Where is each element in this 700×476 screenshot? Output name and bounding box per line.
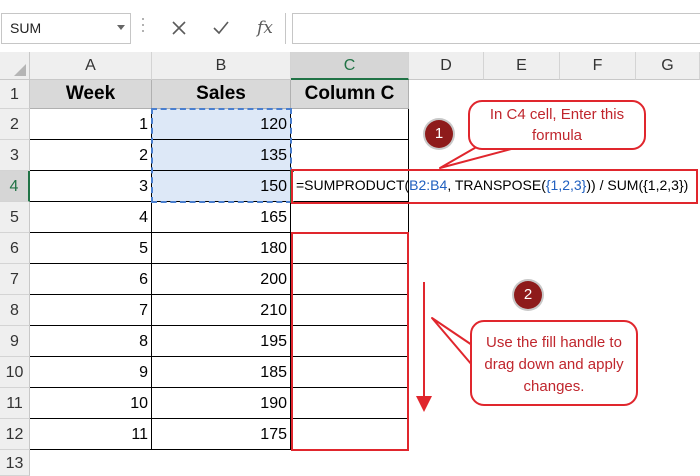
cell-b4[interactable]: 150 [152, 171, 291, 202]
cell-b6[interactable]: 180 [152, 233, 291, 264]
cell-b10[interactable]: 185 [152, 357, 291, 388]
formula-input[interactable] [292, 13, 700, 44]
row-header-10[interactable]: 10 [0, 357, 30, 388]
row-header-9[interactable]: 9 [0, 326, 30, 357]
row-header-12[interactable]: 12 [0, 419, 30, 450]
formula-bar: SUM fx [0, 0, 700, 52]
cell-a7[interactable]: 6 [30, 264, 152, 295]
select-all-corner[interactable] [0, 52, 30, 80]
header-sales[interactable]: Sales [152, 80, 291, 109]
column-header-b[interactable]: B [152, 52, 291, 80]
row-header-7[interactable]: 7 [0, 264, 30, 295]
formula-buttons: fx [158, 13, 286, 44]
row-header-1[interactable]: 1 [0, 80, 30, 109]
cancel-x-icon[interactable] [164, 15, 194, 41]
cell-a2[interactable]: 1 [30, 109, 152, 140]
cell-b12[interactable]: 175 [152, 419, 291, 450]
cell-c2[interactable] [291, 109, 409, 140]
chevron-down-icon[interactable] [117, 25, 125, 30]
cell-b3[interactable]: 135 [152, 140, 291, 171]
name-box-value: SUM [10, 20, 42, 36]
row-header-6[interactable]: 6 [0, 233, 30, 264]
column-header-g[interactable]: G [636, 52, 700, 80]
cell-b2[interactable]: 120 [152, 109, 291, 140]
row-header-8[interactable]: 8 [0, 295, 30, 326]
step-1-badge: 1 [425, 120, 453, 148]
column-header-f[interactable]: F [560, 52, 636, 80]
callout-step-1: In C4 cell, Enter this formula [468, 100, 646, 150]
checkmark-icon[interactable] [206, 15, 236, 41]
callout-step-2: Use the fill handle to drag down and app… [470, 320, 638, 406]
column-header-d[interactable]: D [409, 52, 484, 80]
cell-a6[interactable]: 5 [30, 233, 152, 264]
row-header-11[interactable]: 11 [0, 388, 30, 419]
fill-range-highlight-box [291, 232, 409, 451]
cell-b9[interactable]: 195 [152, 326, 291, 357]
cell-a4[interactable]: 3 [30, 171, 152, 202]
column-header-a[interactable]: A [30, 52, 152, 80]
name-box[interactable]: SUM [1, 13, 131, 44]
row-header-13[interactable]: 13 [0, 450, 30, 476]
cell-a5[interactable]: 4 [30, 202, 152, 233]
formula-highlight-box [291, 169, 698, 204]
cell-a11[interactable]: 10 [30, 388, 152, 419]
row-header-3[interactable]: 3 [0, 140, 30, 171]
row-header-2[interactable]: 2 [0, 109, 30, 140]
column-header-c[interactable]: C [291, 52, 409, 80]
cell-b7[interactable]: 200 [152, 264, 291, 295]
step-2-badge: 2 [514, 281, 542, 309]
cell-c3[interactable] [291, 140, 409, 171]
cell-a12[interactable]: 11 [30, 419, 152, 450]
insert-function-icon[interactable]: fx [250, 15, 280, 41]
drag-dots-icon [142, 18, 145, 40]
cell-b5[interactable]: 165 [152, 202, 291, 233]
cell-c5[interactable] [291, 202, 409, 233]
cell-b11[interactable]: 190 [152, 388, 291, 419]
header-column-c[interactable]: Column C [291, 80, 409, 109]
row-header-5[interactable]: 5 [0, 202, 30, 233]
cell-a3[interactable]: 2 [30, 140, 152, 171]
column-header-e[interactable]: E [484, 52, 560, 80]
header-week[interactable]: Week [30, 80, 152, 109]
cell-a10[interactable]: 9 [30, 357, 152, 388]
cell-b8[interactable]: 210 [152, 295, 291, 326]
cell-a9[interactable]: 8 [30, 326, 152, 357]
cell-a8[interactable]: 7 [30, 295, 152, 326]
row-header-4[interactable]: 4 [0, 171, 30, 202]
